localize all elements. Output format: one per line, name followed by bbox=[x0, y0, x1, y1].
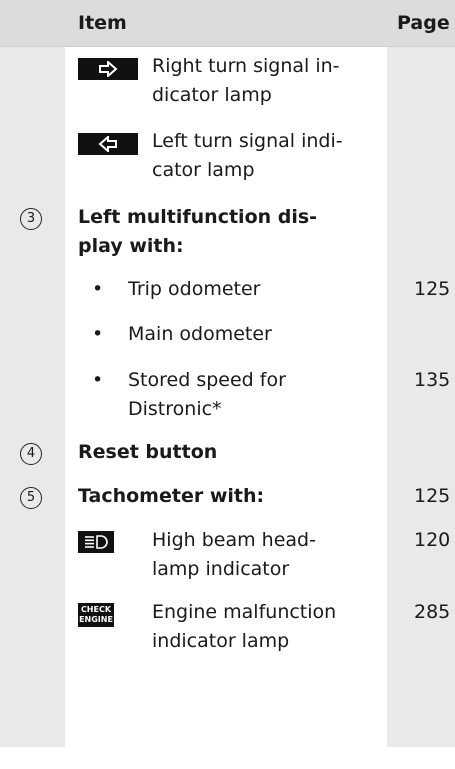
header-page: Page bbox=[397, 12, 450, 34]
right-arrow-icon bbox=[78, 58, 138, 80]
right-signal-line2: dicator lamp bbox=[152, 84, 272, 106]
stored-line2: Distronic* bbox=[128, 398, 222, 420]
stored-line1: Stored speed for bbox=[128, 369, 286, 391]
trip-text: Trip odometer bbox=[128, 278, 261, 300]
check-engine-icon: CHECK ENGINE bbox=[78, 603, 114, 627]
engine-page: 285 bbox=[414, 601, 451, 623]
engine-line2: indicator lamp bbox=[152, 630, 290, 652]
right-signal-line1: Right turn signal in- bbox=[152, 55, 340, 77]
item-number-4: 4 bbox=[20, 443, 42, 465]
left-arrow-icon bbox=[78, 133, 138, 155]
high-beam-line1: High beam head- bbox=[152, 529, 316, 551]
stored-page: 135 bbox=[414, 369, 451, 391]
stored-bullet: • bbox=[92, 369, 104, 391]
trip-bullet: • bbox=[92, 278, 104, 300]
item5-text: Tachometer with: bbox=[78, 485, 265, 507]
high-beam-icon bbox=[78, 531, 114, 553]
table-header: Item Page bbox=[0, 0, 455, 47]
engine-line1: Engine malfunction bbox=[152, 601, 337, 623]
item-number-3: 3 bbox=[20, 208, 42, 230]
high-beam-line2: lamp indicator bbox=[152, 558, 290, 580]
item3-line1: Left multifunction dis- bbox=[78, 206, 318, 228]
check-engine-icon-line2: ENGINE bbox=[79, 615, 113, 624]
left-signal-line1: Left turn signal indi- bbox=[152, 130, 343, 152]
instrument-table: Item Page Right turn signal in- dicator … bbox=[0, 0, 455, 769]
number-column bbox=[0, 0, 65, 747]
main-bullet: • bbox=[92, 323, 104, 345]
item5-page: 125 bbox=[414, 485, 451, 507]
item3-line2: play with: bbox=[78, 235, 184, 257]
main-text: Main odometer bbox=[128, 323, 272, 345]
left-signal-line2: cator lamp bbox=[152, 159, 255, 181]
header-item: Item bbox=[78, 12, 127, 34]
high-beam-page: 120 bbox=[414, 529, 451, 551]
item4-text: Reset button bbox=[78, 441, 218, 463]
check-engine-icon-line1: CHECK bbox=[80, 605, 112, 614]
trip-page: 125 bbox=[414, 278, 451, 300]
item-number-5: 5 bbox=[20, 487, 42, 509]
